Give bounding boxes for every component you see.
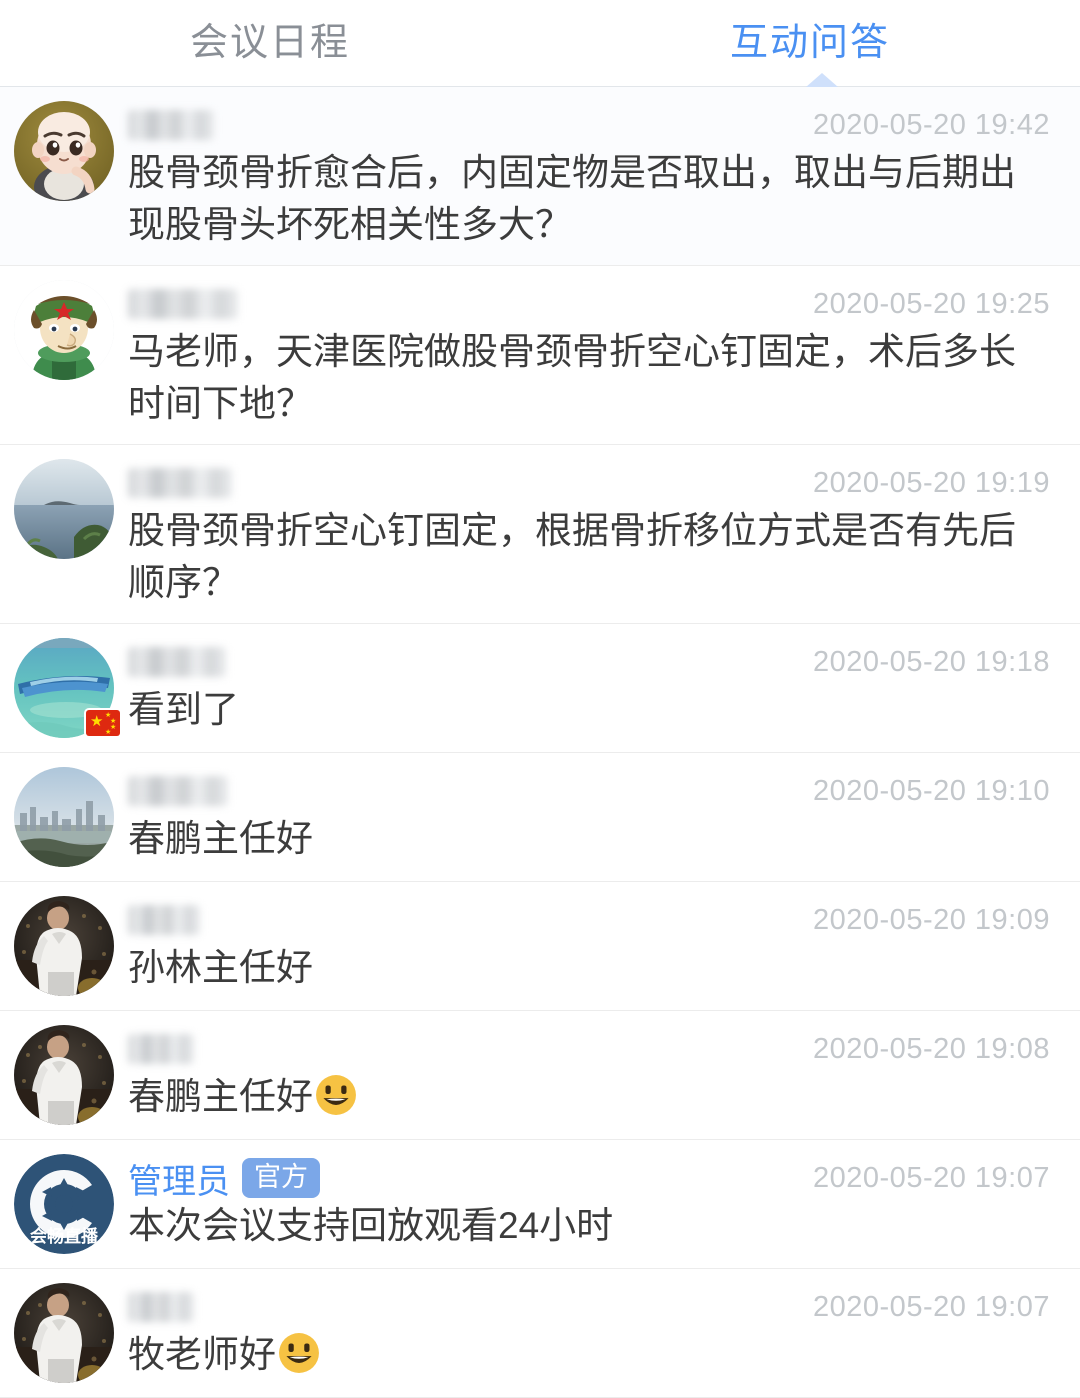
message-text: 春鹏主任好 (128, 813, 1050, 865)
grinning-face-emoji-icon (315, 1074, 357, 1116)
message-timestamp: 2020-05-20 19:09 (813, 903, 1050, 936)
tab-meeting-agenda[interactable]: 会议日程 (0, 0, 540, 86)
message-text: 牧老师好 (128, 1329, 1050, 1381)
message-body: 管理员 官方 2020-05-20 19:07 本次会议支持回放观看24小时 (128, 1154, 1050, 1254)
message-meta: 2020-05-20 19:09 (128, 898, 1050, 942)
message-list[interactable]: 2020-05-20 19:42 股骨颈骨折愈合后，内固定物是否取出，取出与后期出… (0, 87, 1080, 1398)
message-text: 马老师，天津医院做股骨颈骨折空心钉固定，术后多长时间下地？ (128, 326, 1050, 430)
message-body: 2020-05-20 19:07 牧老师好 (128, 1283, 1050, 1383)
grinning-face-emoji-icon (278, 1332, 320, 1374)
message-text-content: 股骨颈骨折空心钉固定，根据骨折移位方式是否有先后顺序？ (128, 510, 1016, 603)
message-item[interactable]: 2020-05-20 19:42 股骨颈骨折愈合后，内固定物是否取出，取出与后期出… (0, 87, 1080, 266)
username: 管理员 (128, 1162, 230, 1201)
message-meta: 2020-05-20 19:08 (128, 1027, 1050, 1071)
message-body: 2020-05-20 19:42 股骨颈骨折愈合后，内固定物是否取出，取出与后期出… (128, 101, 1050, 251)
seascape-photo-avatar[interactable] (14, 459, 114, 559)
message-text-content: 牧老师好 (128, 1334, 276, 1375)
username (128, 289, 238, 319)
username (128, 110, 214, 140)
footballer-photo-avatar[interactable] (14, 896, 114, 996)
message-meta: 管理员 官方 2020-05-20 19:07 (128, 1156, 1050, 1201)
avatar-wrapper (14, 767, 114, 867)
admin-logo-avatar[interactable]: 会畅直播 (14, 1154, 114, 1254)
message-text: 孙林主任好 (128, 942, 1050, 994)
message-body: 2020-05-20 19:25 马老师，天津医院做股骨颈骨折空心钉固定，术后多长… (128, 280, 1050, 430)
username (128, 468, 232, 498)
message-body: 2020-05-20 19:18 看到了 (128, 638, 1050, 738)
message-timestamp: 2020-05-20 19:42 (813, 108, 1050, 141)
message-text-content: 马老师，天津医院做股骨颈骨折空心钉固定，术后多长时间下地？ (128, 331, 1016, 424)
tab-bar: 会议日程 互动问答 (0, 0, 1080, 87)
message-text-content: 春鹏主任好 (128, 818, 313, 859)
message-meta: 2020-05-20 19:10 (128, 769, 1050, 813)
message-item[interactable]: 2020-05-20 19:25 马老师，天津医院做股骨颈骨折空心钉固定，术后多长… (0, 266, 1080, 445)
cityscape-photo-avatar[interactable] (14, 767, 114, 867)
official-badge: 官方 (242, 1158, 320, 1198)
message-timestamp: 2020-05-20 19:19 (813, 466, 1050, 499)
avatar-wrapper (14, 1283, 114, 1383)
china-flag-badge-icon: ★ ★ ★ ★ ★ (86, 710, 120, 736)
message-text: 股骨颈骨折空心钉固定，根据骨折移位方式是否有先后顺序？ (128, 505, 1050, 609)
message-text-content: 春鹏主任好 (128, 1076, 313, 1117)
username (128, 1034, 194, 1064)
avatar-wrapper (14, 896, 114, 996)
monk-cartoon-avatar[interactable] (14, 101, 114, 201)
message-item[interactable]: 2020-05-20 19:07 牧老师好 (0, 1269, 1080, 1398)
message-text: 春鹏主任好 (128, 1071, 1050, 1123)
avatar-wrapper (14, 280, 114, 430)
message-timestamp: 2020-05-20 19:08 (813, 1032, 1050, 1065)
message-item[interactable]: ★ ★ ★ ★ ★ 2020-05-20 19:18 看到了 (0, 624, 1080, 753)
message-timestamp: 2020-05-20 19:07 (813, 1161, 1050, 1194)
message-meta: 2020-05-20 19:19 (128, 461, 1050, 505)
avatar-wrapper (14, 101, 114, 251)
message-text-content: 看到了 (128, 689, 239, 730)
avatar-wrapper: 会畅直播 (14, 1154, 114, 1254)
message-text: 本次会议支持回放观看24小时 (128, 1200, 1050, 1252)
tab-meeting-agenda-label: 会议日程 (189, 22, 350, 64)
message-meta: 2020-05-20 19:18 (128, 640, 1050, 684)
svg-text:会畅直播: 会畅直播 (30, 1226, 99, 1246)
message-item[interactable]: 会畅直播 管理员 官方 2020-05-20 19:07 本次会议支持回放观看24小时 (0, 1140, 1080, 1269)
message-timestamp: 2020-05-20 19:10 (813, 774, 1050, 807)
message-item[interactable]: 2020-05-20 19:08 春鹏主任好 (0, 1011, 1080, 1140)
username (128, 776, 228, 806)
message-body: 2020-05-20 19:09 孙林主任好 (128, 896, 1050, 996)
message-timestamp: 2020-05-20 19:07 (813, 1290, 1050, 1323)
message-item[interactable]: 2020-05-20 19:09 孙林主任好 (0, 882, 1080, 1011)
message-body: 2020-05-20 19:19 股骨颈骨折空心钉固定，根据骨折移位方式是否有先后… (128, 459, 1050, 609)
tab-interactive-qa-label: 互动问答 (729, 22, 890, 64)
footballer-photo-avatar[interactable] (14, 1283, 114, 1383)
username (128, 647, 226, 677)
message-text-content: 本次会议支持回放观看24小时 (128, 1205, 614, 1246)
message-body: 2020-05-20 19:10 春鹏主任好 (128, 767, 1050, 867)
avatar-wrapper (14, 1025, 114, 1125)
username (128, 1292, 194, 1322)
soldier-cartoon-avatar[interactable] (14, 280, 114, 380)
message-meta: 2020-05-20 19:42 (128, 103, 1050, 147)
message-text-content: 股骨颈骨折愈合后，内固定物是否取出，取出与后期出现股骨头坏死相关性多大？ (128, 152, 1016, 245)
username (128, 905, 200, 935)
message-timestamp: 2020-05-20 19:25 (813, 287, 1050, 320)
message-text-content: 孙林主任好 (128, 947, 313, 988)
avatar-wrapper (14, 459, 114, 609)
message-item[interactable]: 2020-05-20 19:10 春鹏主任好 (0, 753, 1080, 882)
message-meta: 2020-05-20 19:07 (128, 1285, 1050, 1329)
message-text: 股骨颈骨折愈合后，内固定物是否取出，取出与后期出现股骨头坏死相关性多大？ (128, 147, 1050, 251)
footballer-photo-avatar[interactable] (14, 1025, 114, 1125)
message-meta: 2020-05-20 19:25 (128, 282, 1050, 326)
message-body: 2020-05-20 19:08 春鹏主任好 (128, 1025, 1050, 1125)
active-tab-caret-icon (806, 73, 838, 87)
message-timestamp: 2020-05-20 19:18 (813, 645, 1050, 678)
message-item[interactable]: 2020-05-20 19:19 股骨颈骨折空心钉固定，根据骨折移位方式是否有先后… (0, 445, 1080, 624)
avatar-wrapper: ★ ★ ★ ★ ★ (14, 638, 120, 738)
message-text: 看到了 (128, 684, 1050, 736)
